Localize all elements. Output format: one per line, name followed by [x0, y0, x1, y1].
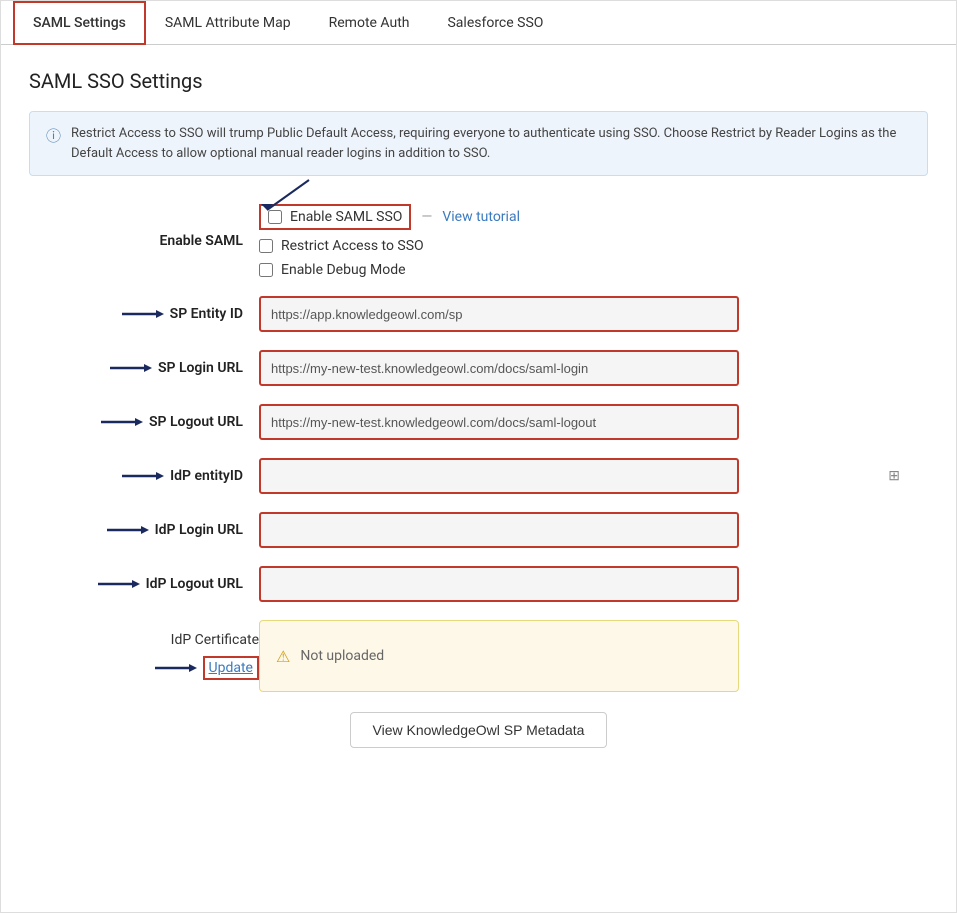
sp-logout-url-row: SP Logout URL [49, 404, 908, 440]
idp-logout-url-input[interactable] [259, 566, 739, 602]
sp-logout-url-input[interactable] [259, 404, 739, 440]
idp-login-url-row: IdP Login URL [49, 512, 908, 548]
info-banner: ⓘ Restrict Access to SSO will trump Publ… [29, 111, 928, 176]
sp-login-url-input[interactable] [259, 350, 739, 386]
sp-entity-id-control [259, 296, 908, 332]
enable-saml-sso-checkbox-item[interactable]: Enable SAML SSO [259, 204, 411, 230]
page-content: SAML SSO Settings ⓘ Restrict Access to S… [1, 45, 956, 772]
idp-login-url-label: IdP Login URL [49, 522, 259, 538]
enable-debug-checkbox-item[interactable]: Enable Debug Mode [259, 262, 908, 278]
update-certificate-link[interactable]: Update [203, 656, 259, 680]
enable-debug-checkbox[interactable] [259, 263, 273, 277]
sp-login-url-row: SP Login URL [49, 350, 908, 386]
sp-entity-id-input[interactable] [259, 296, 739, 332]
arrow-icon-sp-login [110, 361, 152, 375]
tab-saml-attribute-map[interactable]: SAML Attribute Map [146, 2, 310, 44]
tab-remote-auth[interactable]: Remote Auth [310, 2, 429, 44]
table-icon: ⊞ [888, 468, 900, 484]
enable-saml-label: Enable SAML [49, 233, 259, 249]
sp-login-url-control [259, 350, 908, 386]
info-icon: ⓘ [46, 125, 61, 148]
tabs-bar: SAML Settings SAML Attribute Map Remote … [1, 1, 956, 45]
idp-logout-url-control [259, 566, 908, 602]
idp-login-url-control [259, 512, 908, 548]
idp-certificate-row: IdP Certificate Update ⚠ Not uploaded [49, 620, 908, 692]
idp-entity-id-wrapper: ⊞ [259, 458, 908, 494]
certificate-status-text: Not uploaded [300, 648, 384, 664]
enable-saml-sso-checkbox[interactable] [268, 210, 282, 224]
idp-login-url-input[interactable] [259, 512, 739, 548]
warning-icon: ⚠ [276, 647, 290, 666]
dash-separator: — [421, 209, 432, 225]
tab-salesforce-sso[interactable]: Salesforce SSO [428, 2, 562, 44]
enable-debug-label: Enable Debug Mode [281, 262, 406, 278]
sp-logout-url-label: SP Logout URL [49, 414, 259, 430]
arrow-icon-idp-entity [122, 469, 164, 483]
idp-entity-id-row: IdP entityID ⊞ [49, 458, 908, 494]
metadata-row: View KnowledgeOwl SP Metadata [49, 712, 908, 748]
enable-saml-sso-label: Enable SAML SSO [290, 209, 402, 225]
form-section: Enable SAML [29, 204, 928, 748]
idp-certificate-control: ⚠ Not uploaded [259, 620, 908, 692]
saml-checkboxes: Enable SAML SSO — View tutorial Restrict… [259, 204, 908, 278]
page-title: SAML SSO Settings [29, 69, 928, 93]
arrow-icon-cert: Update [155, 656, 259, 680]
info-banner-text: Restrict Access to SSO will trump Public… [71, 124, 911, 163]
enable-saml-inline: Enable SAML SSO — View tutorial [259, 204, 908, 230]
arrow-icon-sp-entity [122, 307, 164, 321]
certificate-status-box: ⚠ Not uploaded [259, 620, 739, 692]
arrow-icon-idp-logout [98, 577, 140, 591]
arrow-icon-sp-logout [101, 415, 143, 429]
sp-logout-url-control [259, 404, 908, 440]
restrict-access-label: Restrict Access to SSO [281, 238, 424, 254]
metadata-button[interactable]: View KnowledgeOwl SP Metadata [350, 712, 608, 748]
restrict-access-checkbox-item[interactable]: Restrict Access to SSO [259, 238, 908, 254]
sp-entity-id-row: SP Entity ID [49, 296, 908, 332]
page-container: SAML Settings SAML Attribute Map Remote … [0, 0, 957, 913]
idp-logout-url-label: IdP Logout URL [49, 576, 259, 592]
idp-logout-url-row: IdP Logout URL [49, 566, 908, 602]
restrict-access-checkbox[interactable] [259, 239, 273, 253]
idp-entity-id-label: IdP entityID [49, 468, 259, 484]
enable-saml-controls: Enable SAML SSO — View tutorial Restrict… [259, 204, 908, 278]
idp-entity-id-input[interactable] [259, 458, 739, 494]
sp-entity-id-label: SP Entity ID [49, 306, 259, 322]
arrow-icon-idp-login [107, 523, 149, 537]
idp-certificate-label-col: IdP Certificate Update [49, 632, 259, 680]
idp-certificate-label: IdP Certificate [171, 632, 259, 648]
view-tutorial-link[interactable]: View tutorial [442, 209, 520, 225]
sp-login-url-label: SP Login URL [49, 360, 259, 376]
enable-saml-wrapper: Enable SAML SSO [259, 204, 411, 230]
idp-entity-id-control: ⊞ [259, 458, 908, 494]
enable-saml-row: Enable SAML [49, 204, 908, 278]
tab-saml-settings[interactable]: SAML Settings [13, 1, 146, 45]
